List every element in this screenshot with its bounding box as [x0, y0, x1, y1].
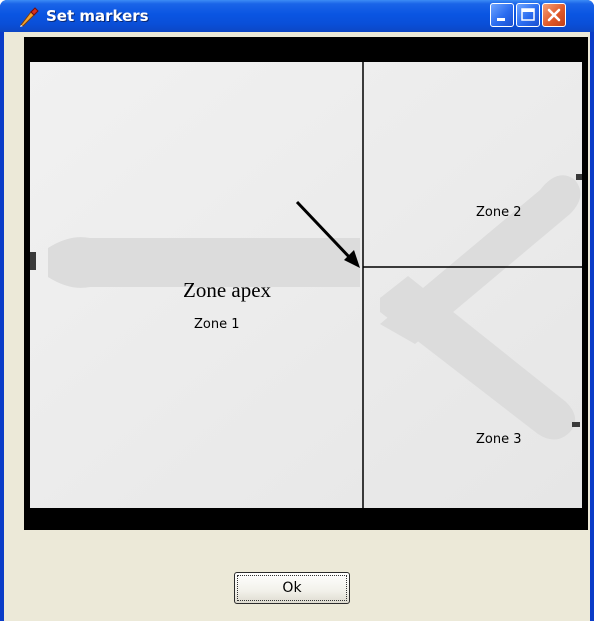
- zone-apex-label: Zone apex: [183, 278, 272, 302]
- zone-1-label: Zone 1: [194, 317, 240, 332]
- close-button[interactable]: [542, 3, 566, 27]
- set-markers-window: Set markers Zone apex Zone 1 Zone 2 Zone…: [0, 0, 594, 621]
- minimize-icon: [497, 18, 505, 21]
- close-icon: [547, 8, 561, 22]
- minimize-button[interactable]: [490, 3, 514, 27]
- specimen-image[interactable]: Zone apex Zone 1 Zone 2 Zone 3: [30, 62, 582, 508]
- marker-image-panel[interactable]: Zone apex Zone 1 Zone 2 Zone 3: [24, 37, 588, 530]
- ok-button-label: Ok: [237, 575, 347, 601]
- zone-3-label: Zone 3: [476, 432, 522, 447]
- maximize-icon: [521, 8, 535, 21]
- window-title: Set markers: [46, 7, 149, 25]
- zone-2-label: Zone 2: [476, 205, 522, 220]
- ok-button[interactable]: Ok: [234, 572, 350, 604]
- maximize-button[interactable]: [516, 3, 540, 27]
- title-bar[interactable]: Set markers: [0, 0, 594, 32]
- app-icon: [18, 6, 40, 28]
